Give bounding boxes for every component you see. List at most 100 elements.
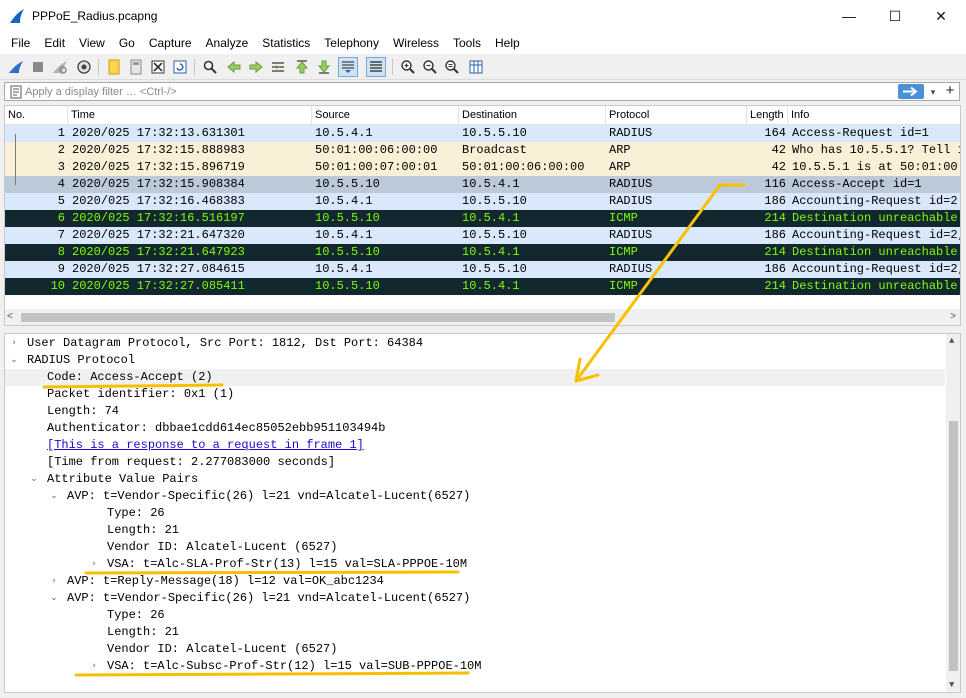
menu-file[interactable]: File bbox=[4, 32, 37, 54]
detail-tree-item[interactable]: Packet identifier: 0x1 (1) bbox=[5, 386, 945, 403]
normal-size-icon[interactable] bbox=[442, 57, 462, 77]
save-file-icon[interactable] bbox=[126, 57, 146, 77]
column-header-source[interactable]: Source bbox=[312, 106, 459, 125]
go-to-packet-icon[interactable] bbox=[268, 57, 288, 77]
menu-edit[interactable]: Edit bbox=[37, 32, 72, 54]
menu-wireless[interactable]: Wireless bbox=[386, 32, 446, 54]
packet-row[interactable]: 62020/025 17:32:16.51619710.5.5.1010.5.4… bbox=[5, 210, 961, 227]
minimize-button[interactable]: — bbox=[826, 0, 872, 32]
detail-tree-item[interactable]: Authenticator: dbbae1cdd614ec85052ebb951… bbox=[5, 420, 945, 437]
scroll-down-icon[interactable]: ▼ bbox=[949, 680, 954, 690]
bookmark-icon[interactable] bbox=[9, 85, 23, 99]
start-capture-icon[interactable] bbox=[6, 57, 26, 77]
resize-columns-icon[interactable] bbox=[466, 57, 486, 77]
menu-statistics[interactable]: Statistics bbox=[255, 32, 317, 54]
detail-tree-item[interactable]: ›VSA: t=Alc-SLA-Prof-Str(13) l=15 val=SL… bbox=[5, 556, 945, 573]
packet-row[interactable]: 22020/025 17:32:15.88898350:01:00:06:00:… bbox=[5, 142, 961, 159]
expand-arrow-icon[interactable]: ⌄ bbox=[49, 590, 59, 607]
collapse-arrow-icon[interactable]: › bbox=[49, 573, 59, 590]
detail-tree-item[interactable]: [This is a response to a request in fram… bbox=[5, 437, 945, 454]
display-filter-input[interactable] bbox=[25, 84, 875, 99]
packet-row[interactable]: 72020/025 17:32:21.64732010.5.4.110.5.5.… bbox=[5, 227, 961, 244]
packet-row[interactable]: 52020/025 17:32:16.46838310.5.4.110.5.5.… bbox=[5, 193, 961, 210]
capture-options-icon[interactable] bbox=[74, 57, 94, 77]
last-packet-icon[interactable] bbox=[314, 57, 334, 77]
expand-arrow-icon[interactable]: ⌄ bbox=[49, 488, 59, 505]
zoom-in-icon[interactable] bbox=[398, 57, 418, 77]
collapse-arrow-icon[interactable]: › bbox=[89, 556, 99, 573]
menu-help[interactable]: Help bbox=[488, 32, 527, 54]
maximize-button[interactable]: ☐ bbox=[872, 0, 918, 32]
column-header-info[interactable]: Info bbox=[788, 106, 961, 125]
detail-tree-item[interactable]: ⌄RADIUS Protocol bbox=[5, 352, 945, 369]
collapse-arrow-icon[interactable]: › bbox=[9, 335, 19, 352]
packet-details-vscrollbar[interactable]: ▲ ▼ bbox=[946, 334, 961, 692]
column-header-length[interactable]: Length bbox=[747, 106, 788, 125]
close-button[interactable]: ✕ bbox=[918, 0, 964, 32]
column-header-protocol[interactable]: Protocol bbox=[606, 106, 747, 125]
packet-source: 10.5.5.10 bbox=[315, 278, 461, 295]
expand-arrow-icon[interactable]: ⌄ bbox=[9, 352, 19, 369]
scrollbar-thumb[interactable] bbox=[949, 421, 958, 671]
detail-tree-item[interactable]: Length: 21 bbox=[5, 624, 945, 641]
detail-tree-item[interactable]: Type: 26 bbox=[5, 505, 945, 522]
packet-row[interactable]: 42020/025 17:32:15.90838410.5.5.1010.5.4… bbox=[5, 176, 961, 193]
menu-capture[interactable]: Capture bbox=[142, 32, 199, 54]
collapse-arrow-icon[interactable]: › bbox=[89, 658, 99, 675]
menu-view[interactable]: View bbox=[72, 32, 112, 54]
detail-tree-item[interactable]: ⌄AVP: t=Vendor-Specific(26) l=21 vnd=Alc… bbox=[5, 488, 945, 505]
go-back-icon[interactable] bbox=[224, 57, 244, 77]
reload-file-icon[interactable] bbox=[170, 57, 190, 77]
go-forward-icon[interactable] bbox=[246, 57, 266, 77]
detail-tree-item[interactable]: ⌄Attribute Value Pairs bbox=[5, 471, 945, 488]
detail-tree-item[interactable]: ⌄ AVP: t=Vendor-Specific(26) l=21 vnd=Alc… bbox=[5, 590, 945, 607]
menu-bar: File Edit View Go Capture Analyze Statis… bbox=[0, 32, 966, 54]
zoom-out-icon[interactable] bbox=[420, 57, 440, 77]
autoscroll-icon[interactable] bbox=[338, 57, 358, 77]
packet-length: 42 bbox=[750, 142, 788, 159]
packet-row[interactable]: 32020/025 17:32:15.89671950:01:00:07:00:… bbox=[5, 159, 961, 176]
column-header-destination[interactable]: Destination bbox=[459, 106, 606, 125]
add-filter-button[interactable]: + bbox=[943, 82, 957, 100]
detail-tree-item[interactable]: › VSA: t=Alc-Subsc-Prof-Str(12) l=15 val=… bbox=[5, 658, 945, 675]
packet-row[interactable]: 82020/025 17:32:21.64792310.5.5.1010.5.4… bbox=[5, 244, 961, 261]
packet-protocol: ARP bbox=[609, 159, 749, 176]
menu-tools[interactable]: Tools bbox=[446, 32, 488, 54]
filter-dropdown-button[interactable]: ▾ bbox=[927, 85, 939, 99]
expand-arrow-icon[interactable]: ⌄ bbox=[29, 471, 39, 488]
close-file-icon[interactable] bbox=[148, 57, 168, 77]
find-packet-icon[interactable] bbox=[200, 57, 220, 77]
detail-tree-text: AVP: t=Vendor-Specific(26) l=21 vnd=Alca… bbox=[67, 590, 470, 607]
detail-tree-item[interactable]: Length: 21 bbox=[5, 522, 945, 539]
detail-tree-text: VSA: t=Alc-Subsc-Prof-Str(12) l=15 val=S… bbox=[107, 658, 481, 675]
column-header-no[interactable]: No. bbox=[5, 106, 68, 125]
scroll-up-icon[interactable]: ▲ bbox=[949, 336, 954, 346]
response-link[interactable]: [This is a response to a request in fram… bbox=[47, 437, 364, 454]
scroll-right-icon[interactable]: > bbox=[950, 311, 956, 322]
detail-tree-item[interactable]: Length: 74 bbox=[5, 403, 945, 420]
scroll-left-icon[interactable]: < bbox=[7, 311, 13, 322]
menu-analyze[interactable]: Analyze bbox=[199, 32, 256, 54]
detail-tree-item[interactable]: Type: 26 bbox=[5, 607, 945, 624]
detail-tree-item[interactable]: ›AVP: t=Reply-Message(18) l=12 val=OK_ab… bbox=[5, 573, 945, 590]
detail-tree-item[interactable]: ›User Datagram Protocol, Src Port: 1812,… bbox=[5, 335, 945, 352]
restart-capture-icon[interactable] bbox=[50, 57, 70, 77]
scrollbar-thumb[interactable] bbox=[21, 313, 615, 322]
first-packet-icon[interactable] bbox=[292, 57, 312, 77]
packet-list-hscrollbar[interactable]: < > bbox=[5, 309, 960, 326]
packet-row[interactable]: 12020/025 17:32:13.63130110.5.4.110.5.5.… bbox=[5, 125, 961, 142]
open-file-icon[interactable] bbox=[104, 57, 124, 77]
detail-tree-item[interactable]: Code: Access-Accept (2) bbox=[5, 369, 945, 386]
detail-tree-item[interactable]: Vendor ID: Alcatel-Lucent (6527) bbox=[5, 539, 945, 556]
detail-tree-item[interactable]: Vendor ID: Alcatel-Lucent (6527) bbox=[5, 641, 945, 658]
stop-capture-icon[interactable] bbox=[28, 57, 48, 77]
detail-tree-item[interactable]: [Time from request: 2.277083000 seconds] bbox=[5, 454, 945, 471]
menu-go[interactable]: Go bbox=[112, 32, 142, 54]
menu-telephony[interactable]: Telephony bbox=[317, 32, 386, 54]
packet-row[interactable]: 92020/025 17:32:27.08461510.5.4.110.5.5.… bbox=[5, 261, 961, 278]
column-header-time[interactable]: Time bbox=[68, 106, 312, 125]
colorize-icon[interactable] bbox=[366, 57, 386, 77]
packet-row[interactable]: 102020/025 17:32:27.08541110.5.5.1010.5.… bbox=[5, 278, 961, 295]
packet-protocol: RADIUS bbox=[609, 176, 749, 193]
apply-filter-button[interactable] bbox=[898, 84, 924, 99]
